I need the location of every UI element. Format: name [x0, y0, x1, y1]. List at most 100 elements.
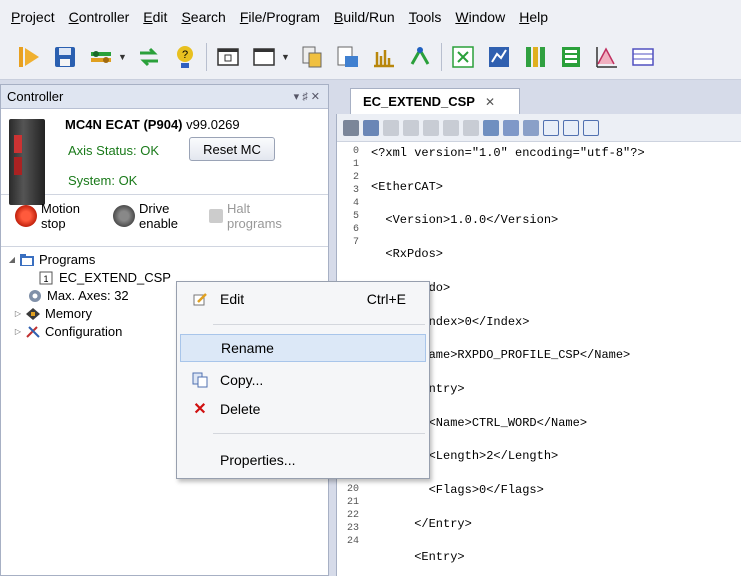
tree-item-memory[interactable]: ▷ Memory: [13, 305, 92, 323]
device-version: v99.0269: [186, 117, 240, 132]
expand-arrow-icon[interactable]: ▷: [13, 305, 23, 323]
table-icon[interactable]: [628, 42, 658, 72]
build-icon[interactable]: [297, 42, 327, 72]
line-number: 23: [346, 523, 359, 534]
reset-mc-button[interactable]: Reset MC: [189, 137, 275, 161]
code-line: <?xml version="1.0" encoding="utf-8"?>: [371, 146, 645, 160]
expand-arrow-icon[interactable]: ▷: [13, 323, 23, 341]
toolbar-separator: [206, 42, 207, 71]
help-icon[interactable]: ?: [170, 42, 200, 72]
spreadsheet-icon[interactable]: [556, 42, 586, 72]
redo-icon[interactable]: [463, 119, 479, 136]
copy-icon[interactable]: [403, 119, 419, 136]
halt-icon: [209, 209, 223, 223]
line-number: 20: [346, 484, 359, 495]
menu-bar: Project Controller Edit Search File/Prog…: [0, 0, 741, 34]
comment-icon[interactable]: [543, 119, 559, 136]
svg-text:1: 1: [43, 274, 48, 284]
oscilloscope-icon[interactable]: [369, 42, 399, 72]
undo-icon[interactable]: [443, 119, 459, 136]
context-menu: Edit Ctrl+E Rename Copy... ✕ Delete Prop…: [176, 281, 430, 479]
print-icon[interactable]: [363, 119, 379, 136]
editor-toolbar: [337, 114, 741, 142]
indent-icon[interactable]: [483, 119, 499, 136]
axes-icon: [27, 289, 43, 303]
panel-window-controls[interactable]: ▾ ♯ ✕: [294, 90, 328, 103]
network-config-icon[interactable]: [448, 42, 478, 72]
menu-tools[interactable]: Tools: [402, 0, 449, 34]
drive-enable-button[interactable]: Drive enable: [113, 201, 178, 231]
controller-device-image: [9, 119, 45, 205]
save-icon[interactable]: [50, 42, 80, 72]
menu-item-delete[interactable]: ✕ Delete: [180, 395, 426, 423]
device-info: MC4N ECAT (P904) v99.0269 Axis Status: O…: [1, 109, 328, 205]
code-line: <RxPdos>: [371, 247, 444, 262]
line-number: 1: [352, 159, 359, 170]
folder-icon: [19, 253, 35, 267]
edit-shortcut: Ctrl+E: [366, 291, 406, 307]
menu-separator: [213, 433, 425, 434]
line-number: 5: [352, 211, 359, 222]
tree-item-max-axes[interactable]: Max. Axes: 32: [25, 287, 129, 305]
chart-icon[interactable]: [484, 42, 514, 72]
window-icon[interactable]: [213, 42, 243, 72]
device-name: MC4N ECAT (P904) v99.0269: [65, 117, 240, 132]
line-number: 4: [352, 198, 359, 209]
collapse-arrow-icon[interactable]: ◢: [7, 251, 17, 269]
tab-ec-extend-csp[interactable]: EC_EXTEND_CSP ✕: [350, 88, 520, 114]
graph-icon[interactable]: [592, 42, 622, 72]
axis-status: Axis Status: OK: [68, 143, 160, 158]
replace-icon[interactable]: [523, 119, 539, 136]
run-icon[interactable]: [14, 42, 44, 72]
tree-item-program[interactable]: 1 EC_EXTEND_CSP: [39, 269, 171, 287]
code-line: <Flags>0</Flags>: [371, 483, 544, 497]
columns-icon[interactable]: [520, 42, 550, 72]
menu-item-properties[interactable]: Properties...: [180, 446, 426, 474]
svg-text:?: ?: [182, 49, 188, 61]
code-line: <Version>1.0.0</Version>: [371, 213, 559, 228]
tree-item-configuration[interactable]: ▷ Configuration: [13, 323, 122, 341]
tree-item-programs[interactable]: ◢ Programs: [7, 251, 95, 269]
save-icon[interactable]: [343, 119, 359, 136]
memory-icon: [25, 307, 41, 321]
menu-item-rename[interactable]: Rename: [180, 334, 426, 362]
main-toolbar: ▼ ? ▼: [0, 34, 741, 80]
transfer-icon[interactable]: [134, 42, 164, 72]
find-icon[interactable]: [503, 119, 519, 136]
delete-icon: ✕: [193, 401, 207, 418]
configuration-icon: [25, 325, 41, 339]
window2-icon[interactable]: [249, 42, 279, 72]
menu-file-program[interactable]: File/Program: [233, 0, 327, 34]
system-status: System: OK: [68, 173, 138, 188]
menu-item-copy[interactable]: Copy...: [180, 366, 426, 394]
menu-window[interactable]: Window: [448, 0, 512, 34]
tab-label: EC_EXTEND_CSP: [363, 94, 475, 109]
close-icon[interactable]: ✕: [485, 95, 495, 109]
menu-project[interactable]: Project: [4, 0, 62, 34]
line-number: 21: [346, 497, 359, 508]
halt-programs-button[interactable]: Halt programs: [209, 201, 282, 231]
tune-icon[interactable]: [405, 42, 435, 72]
dropdown-arrow-icon[interactable]: ▼: [118, 52, 128, 62]
program-file-icon: 1: [39, 271, 55, 285]
network-icon[interactable]: [86, 42, 116, 72]
line-number: 0: [352, 146, 359, 157]
bookmark-icon[interactable]: [583, 119, 599, 136]
menu-separator: [213, 324, 425, 325]
menu-help[interactable]: Help: [512, 0, 555, 34]
panel-title: Controller: [7, 89, 64, 104]
dropdown-arrow-icon[interactable]: ▼: [281, 52, 291, 62]
line-number: 24: [346, 536, 359, 547]
motion-stop-button[interactable]: Motion stop: [15, 201, 80, 231]
menu-controller[interactable]: Controller: [62, 0, 137, 34]
menu-build-run[interactable]: Build/Run: [327, 0, 402, 34]
copy-icon: [188, 370, 212, 390]
uncomment-icon[interactable]: [563, 119, 579, 136]
line-number: 22: [346, 510, 359, 521]
cut-icon[interactable]: [383, 119, 399, 136]
paste-icon[interactable]: [423, 119, 439, 136]
menu-search[interactable]: Search: [174, 0, 232, 34]
download-icon[interactable]: [333, 42, 363, 72]
menu-item-edit[interactable]: Edit Ctrl+E: [180, 285, 426, 313]
menu-edit[interactable]: Edit: [136, 0, 174, 34]
